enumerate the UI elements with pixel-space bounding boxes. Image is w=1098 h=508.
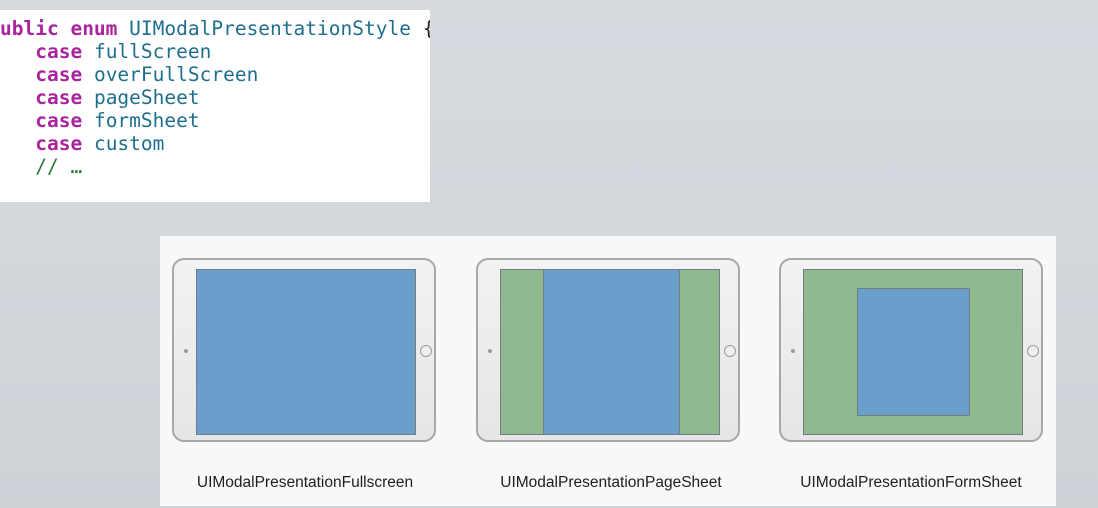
case-line: case custom	[0, 132, 164, 155]
ipad-page-sheet	[476, 258, 740, 442]
camera-dot-icon	[488, 349, 492, 353]
caption-fullscreen: UIModalPresentationFullscreen	[196, 474, 414, 491]
case-value: pageSheet	[93, 86, 200, 109]
presented-view	[543, 270, 680, 434]
background-view-right	[680, 270, 719, 434]
case-value: fullScreen	[93, 40, 212, 63]
public-keyword: ublic	[0, 17, 59, 40]
code-snippet: ublic enum UIModalPresentationStyle { ca…	[0, 10, 430, 202]
ellipsis-comment: // …	[35, 155, 83, 178]
ipad-fullscreen	[172, 258, 436, 442]
camera-dot-icon	[184, 349, 188, 353]
case-line: case overFullScreen	[0, 63, 258, 86]
caption-form-sheet: UIModalPresentationFormSheet	[800, 474, 1022, 491]
open-brace: {	[423, 17, 430, 40]
home-button-icon	[420, 345, 432, 357]
ipad-screen	[196, 269, 416, 435]
comment-line: // …	[0, 155, 82, 178]
presentation-styles-diagram: UIModalPresentationFullscreen UIModalPre…	[160, 236, 1056, 506]
home-button-icon	[1027, 345, 1039, 357]
presented-view	[197, 270, 415, 434]
background-view-left	[501, 270, 543, 434]
home-button-icon	[724, 345, 736, 357]
case-line: case formSheet	[0, 109, 200, 132]
case-line: case fullScreen	[0, 40, 211, 63]
case-line: case pageSheet	[0, 86, 200, 109]
case-keyword: case	[35, 40, 83, 63]
case-keyword: case	[35, 109, 83, 132]
case-keyword: case	[35, 132, 83, 155]
presented-view	[857, 288, 970, 416]
enum-name: UIModalPresentationStyle	[129, 17, 411, 40]
case-keyword: case	[35, 63, 83, 86]
case-value: overFullScreen	[93, 63, 259, 86]
case-value: custom	[93, 132, 165, 155]
enum-declaration-line: ublic enum UIModalPresentationStyle {	[0, 17, 430, 40]
enum-keyword: enum	[70, 17, 118, 40]
ipad-form-sheet	[779, 258, 1043, 442]
ipad-screen	[500, 269, 720, 435]
case-keyword: case	[35, 86, 83, 109]
caption-page-sheet: UIModalPresentationPageSheet	[500, 474, 722, 491]
ipad-screen	[803, 269, 1023, 435]
camera-dot-icon	[791, 349, 795, 353]
case-value: formSheet	[93, 109, 200, 132]
